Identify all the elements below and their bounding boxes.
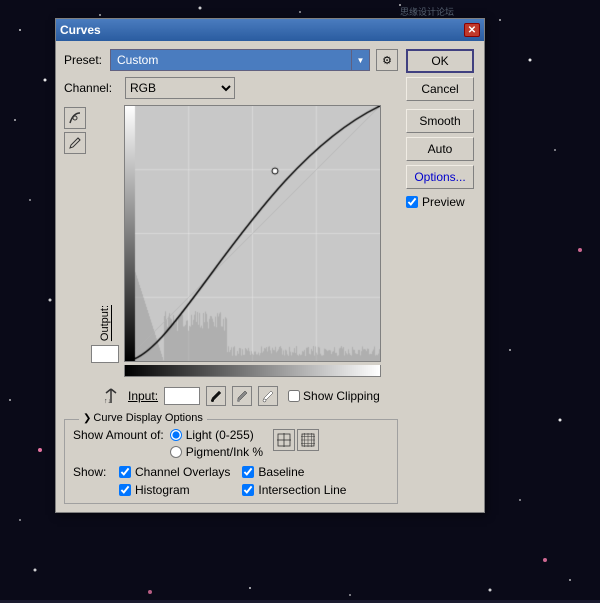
preview-label: Preview <box>422 195 465 209</box>
histogram-option: Histogram <box>119 483 230 497</box>
channel-overlays-option: Channel Overlays <box>119 465 230 479</box>
output-value[interactable]: 0 <box>91 345 119 363</box>
gray-eyedropper-icon <box>235 389 249 403</box>
intersection-option: Intersection Line <box>242 483 346 497</box>
curve-tool-btn[interactable] <box>64 107 86 129</box>
close-button[interactable]: ✕ <box>464 23 480 37</box>
histogram-checkbox[interactable] <box>119 484 131 496</box>
cancel-button[interactable]: Cancel <box>406 77 474 101</box>
channel-row: Channel: RGB Red Green Blue <box>64 77 398 99</box>
output-label: Output: <box>99 305 111 341</box>
right-panel: OK Cancel Smooth Auto Options... Preview <box>406 49 476 504</box>
light-option: Light (0-255) <box>170 428 263 442</box>
channel-select[interactable]: RGB Red Green Blue <box>125 77 235 99</box>
detailed-grid-btn[interactable] <box>297 429 319 451</box>
gear-icon: ⚙ <box>382 54 392 67</box>
curve-grid-wrapper <box>124 105 381 365</box>
simple-grid-btn[interactable] <box>273 429 295 451</box>
intersection-label: Intersection Line <box>258 483 346 497</box>
show-checkboxes-col2: Baseline Intersection Line <box>242 465 346 497</box>
light-radio[interactable] <box>170 429 182 441</box>
auto-button[interactable]: Auto <box>406 137 474 161</box>
channel-overlays-label: Channel Overlays <box>135 465 230 479</box>
curve-display-title: Curve Display Options <box>93 412 202 424</box>
black-eyedropper-btn[interactable] <box>206 386 226 406</box>
show-amount-row: Show Amount of: Light (0-255) Pigment/In… <box>73 428 389 459</box>
close-icon: ✕ <box>468 25 476 36</box>
svg-text:思缘设计论坛: 思缘设计论坛 <box>400 6 454 17</box>
show-label: Show: <box>73 465 115 479</box>
collapse-icon[interactable]: ❯ <box>83 413 91 424</box>
preview-checkbox[interactable] <box>406 196 418 208</box>
preset-value: Custom <box>117 53 158 67</box>
preset-row: Preset: Custom ▼ ⚙ <box>64 49 398 71</box>
white-eyedropper-btn[interactable] <box>258 386 278 406</box>
channel-label: Channel: <box>64 81 119 95</box>
pencil-tool-btn[interactable] <box>64 132 86 154</box>
show-clipping-option: Show Clipping <box>288 389 380 403</box>
ok-button[interactable]: OK <box>406 49 474 73</box>
histogram-label: Histogram <box>135 483 190 497</box>
preset-select[interactable]: Custom <box>110 49 352 71</box>
adjust-icon[interactable]: ↑↓ <box>100 385 122 407</box>
left-panel: Preset: Custom ▼ ⚙ Channel: RGB <box>64 49 398 504</box>
smooth-button[interactable]: Smooth <box>406 109 474 133</box>
curve-canvas-area: Output: 0 <box>90 105 381 377</box>
black-eyedropper-icon <box>209 389 223 403</box>
curve-display-title-container: ❯ Curve Display Options <box>79 412 207 424</box>
preview-row: Preview <box>406 195 476 209</box>
show-amount-label: Show Amount of: <box>73 428 164 442</box>
tool-buttons <box>64 107 86 154</box>
show-clipping-checkbox[interactable] <box>288 390 300 402</box>
dropdown-arrow-icon: ▼ <box>357 56 365 65</box>
amount-radio-group: Light (0-255) Pigment/Ink % <box>170 428 263 459</box>
baseline-label: Baseline <box>258 465 304 479</box>
preset-options-btn[interactable]: ⚙ <box>376 49 398 71</box>
baseline-checkbox[interactable] <box>242 466 254 478</box>
title-bar: Curves ✕ <box>56 19 484 41</box>
svg-text:↑↓: ↑↓ <box>104 398 111 405</box>
show-clipping-label: Show Clipping <box>303 389 380 403</box>
grid-buttons <box>273 429 319 451</box>
light-option-label: Light (0-255) <box>186 428 254 442</box>
pigment-radio[interactable] <box>170 446 182 458</box>
dialog-title: Curves <box>60 23 101 37</box>
output-area: Output: 0 <box>90 105 120 365</box>
show-options-row: Show: Channel Overlays Histogram <box>73 465 389 497</box>
baseline-option: Baseline <box>242 465 346 479</box>
pigment-option: Pigment/Ink % <box>170 445 263 459</box>
show-checkboxes-col: Channel Overlays Histogram <box>119 465 230 497</box>
input-value[interactable]: 0 <box>164 387 200 405</box>
intersection-checkbox[interactable] <box>242 484 254 496</box>
input-tools-row: ↑↓ Input: 0 <box>100 385 398 407</box>
gradient-bar-bottom <box>124 365 381 377</box>
preset-dropdown-arrow[interactable]: ▼ <box>352 49 370 71</box>
pigment-option-label: Pigment/Ink % <box>186 445 263 459</box>
curves-dialog: Curves ✕ Preset: Custom ▼ ⚙ <box>55 18 485 513</box>
white-eyedropper-icon <box>261 389 275 403</box>
curve-canvas[interactable] <box>124 105 381 362</box>
curve-display-options: ❯ Curve Display Options Show Amount of: … <box>64 419 398 504</box>
preset-label: Preset: <box>64 53 104 67</box>
options-button[interactable]: Options... <box>406 165 474 189</box>
input-label: Input: <box>128 389 158 403</box>
channel-overlays-checkbox[interactable] <box>119 466 131 478</box>
gray-eyedropper-btn[interactable] <box>232 386 252 406</box>
